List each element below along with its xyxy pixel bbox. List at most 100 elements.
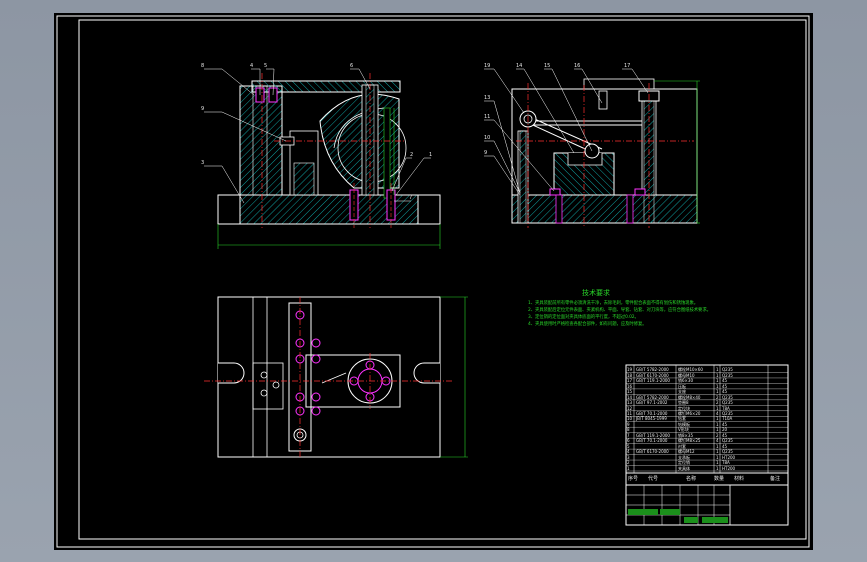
bom-cell-qty: 1: [716, 416, 719, 422]
bom-cell-name: 钻套: [678, 416, 686, 422]
balloon-side-4: 17: [624, 63, 631, 69]
bom-cell-material: T8A: [722, 460, 730, 466]
bom-cell-no: 19: [627, 367, 633, 373]
bom-cell-no: 14: [627, 394, 633, 400]
bom-cell-material: Q235: [722, 449, 733, 455]
bom-cell-no: 8: [627, 427, 630, 433]
bom-cell-no: 11: [627, 410, 633, 416]
bom-cell-code: GB/T 70.1-2000: [636, 410, 668, 416]
bom-cell-material: 45: [722, 383, 728, 389]
cad-drawing: [56, 15, 810, 548]
bom-cell-no: 3: [627, 454, 630, 460]
balloon-front-2: 5: [264, 63, 268, 69]
balloon-side-6: 11: [484, 114, 491, 120]
bom-cell-material: Q235: [722, 394, 733, 400]
balloon-front-5: 3: [201, 160, 205, 166]
bom-cell-code: GB/T 70.1-2000: [636, 438, 668, 444]
bom-cell-code: GB/T 5782-2000: [636, 394, 669, 400]
front-view: [204, 68, 441, 249]
side-view: [484, 68, 700, 228]
bom-cell-name: 支座: [678, 389, 686, 395]
bom-cell-code: GB/T 119.1-2000: [636, 378, 670, 384]
balloon-side-7: 10: [484, 135, 491, 141]
bom-cell-qty: 1: [716, 372, 719, 378]
bom-cell-no: 7: [627, 432, 630, 438]
balloon-side-8: 9: [484, 150, 488, 156]
balloon-side-1: 14: [516, 63, 523, 69]
balloon-front-8: 7: [409, 195, 413, 201]
balloon-front-3: 6: [350, 63, 354, 69]
bom-cell-material: 45: [722, 378, 728, 384]
bom-cell-qty: 2: [716, 394, 719, 400]
bom-cell-material: 20: [722, 427, 728, 433]
bom-cell-name: 螺栓M8×40: [678, 394, 701, 400]
bom-cell-name: 压板: [678, 383, 686, 389]
bom-cell-qty: 1: [716, 460, 719, 466]
bom-cell-qty: 1: [716, 427, 719, 433]
top-view: [204, 296, 468, 458]
bom-cell-no: 6: [627, 438, 630, 444]
balloon-side-3: 16: [574, 63, 581, 69]
technical-requirements-title: 技术要求: [582, 289, 610, 297]
bom-cell-material: HT200: [722, 465, 736, 471]
bom-cell-no: 10: [627, 416, 633, 422]
bom-cell-no: 16: [627, 383, 633, 389]
bom-cell-qty: 1: [716, 465, 719, 471]
balloon-side-2: 15: [544, 63, 551, 69]
technical-requirement-line: 2、夹具装配后定位元件表面、夹紧机构、平面、导套、钻套、对刀块等，应符合图纸技术…: [528, 308, 711, 313]
balloon-front-6: 2: [410, 152, 414, 158]
bom-cell-no: 15: [627, 389, 633, 395]
bom-cell-material: 45: [722, 432, 728, 438]
bom-cell-material: T10A: [722, 416, 733, 422]
bom-cell-code: GB/T 97.1-2002: [636, 400, 668, 406]
bom-cell-material: 45: [722, 421, 728, 427]
bom-cell-material: Q235: [722, 367, 733, 373]
balloon-front-0: 8: [201, 63, 205, 69]
bom-cell-no: 17: [627, 378, 633, 384]
bom-cell-name: 定位销: [678, 460, 690, 466]
bom-cell-qty: 1: [716, 421, 719, 427]
bom-cell-qty: 1: [716, 443, 719, 449]
bom-cell-code: GB/T 119.1-2000: [636, 432, 670, 438]
bom-cell-no: 5: [627, 443, 630, 449]
bom-header-no: 序号: [628, 476, 639, 482]
bom-cell-code: GB/T 6170-2000: [636, 449, 669, 455]
bom-cell-material: 45: [722, 443, 728, 449]
bom-header-material: 材料: [734, 476, 745, 482]
balloon-front-1: 4: [250, 63, 254, 69]
bom-cell-qty: 1: [716, 367, 719, 373]
bom-cell-name: 垫圈8: [678, 400, 689, 406]
bom-cell-material: HT200: [722, 454, 736, 460]
bom-cell-name: 螺钉M8×25: [678, 438, 701, 444]
bom-cell-no: 4: [627, 449, 630, 455]
bom-cell-material: Q235: [722, 372, 733, 378]
bom-row-lines: [626, 372, 788, 472]
bom-cell-material: T8A: [722, 405, 730, 411]
bom-header-name: 名称: [686, 476, 697, 482]
bom-cell-qty: 1: [716, 449, 719, 455]
bom-cell-qty: 2: [716, 400, 719, 406]
bom-cell-material: Q235: [722, 438, 733, 444]
bom-cell-name: 销6×30: [678, 378, 693, 384]
bom-cell-no: 9: [627, 421, 630, 427]
balloon-front-4: 9: [201, 106, 205, 112]
bom-cell-no: 1: [627, 465, 630, 471]
bom-cell-material: Q235: [722, 410, 733, 416]
cad-viewport[interactable]: 8 4 5 6 9 3 2 1 7 19 14 15 16 17 13 11 1…: [54, 13, 813, 550]
bom-cell-name: 螺母M12: [678, 449, 695, 455]
bom-cell-name: 螺栓M10×60: [678, 367, 703, 373]
bom-header-note: 备注: [770, 476, 781, 482]
bom-cell-qty: 1: [716, 454, 719, 460]
bom-cell-qty: 4: [716, 438, 719, 444]
bom-cell-code: GB/T 5782-2000: [636, 367, 669, 373]
outer-frame: [56, 15, 810, 548]
bom-cell-no: 12: [627, 405, 633, 411]
technical-requirement-line: 1、夹具装配前所有零件必须清洗干净，去除毛刺，零件配合表面不得有划伤和锈蚀现象。: [528, 301, 699, 306]
bom-cell-code: JB/T 8045-1999: [636, 416, 667, 422]
bom-header-qty: 数量: [714, 476, 725, 482]
bom-cell-qty: 1: [716, 378, 719, 384]
bom-cell-qty: 4: [716, 410, 719, 416]
bom-cell-name: 夹具体: [678, 465, 690, 471]
bom-cell-qty: 1: [716, 383, 719, 389]
bom-cell-no: 18: [627, 372, 633, 378]
